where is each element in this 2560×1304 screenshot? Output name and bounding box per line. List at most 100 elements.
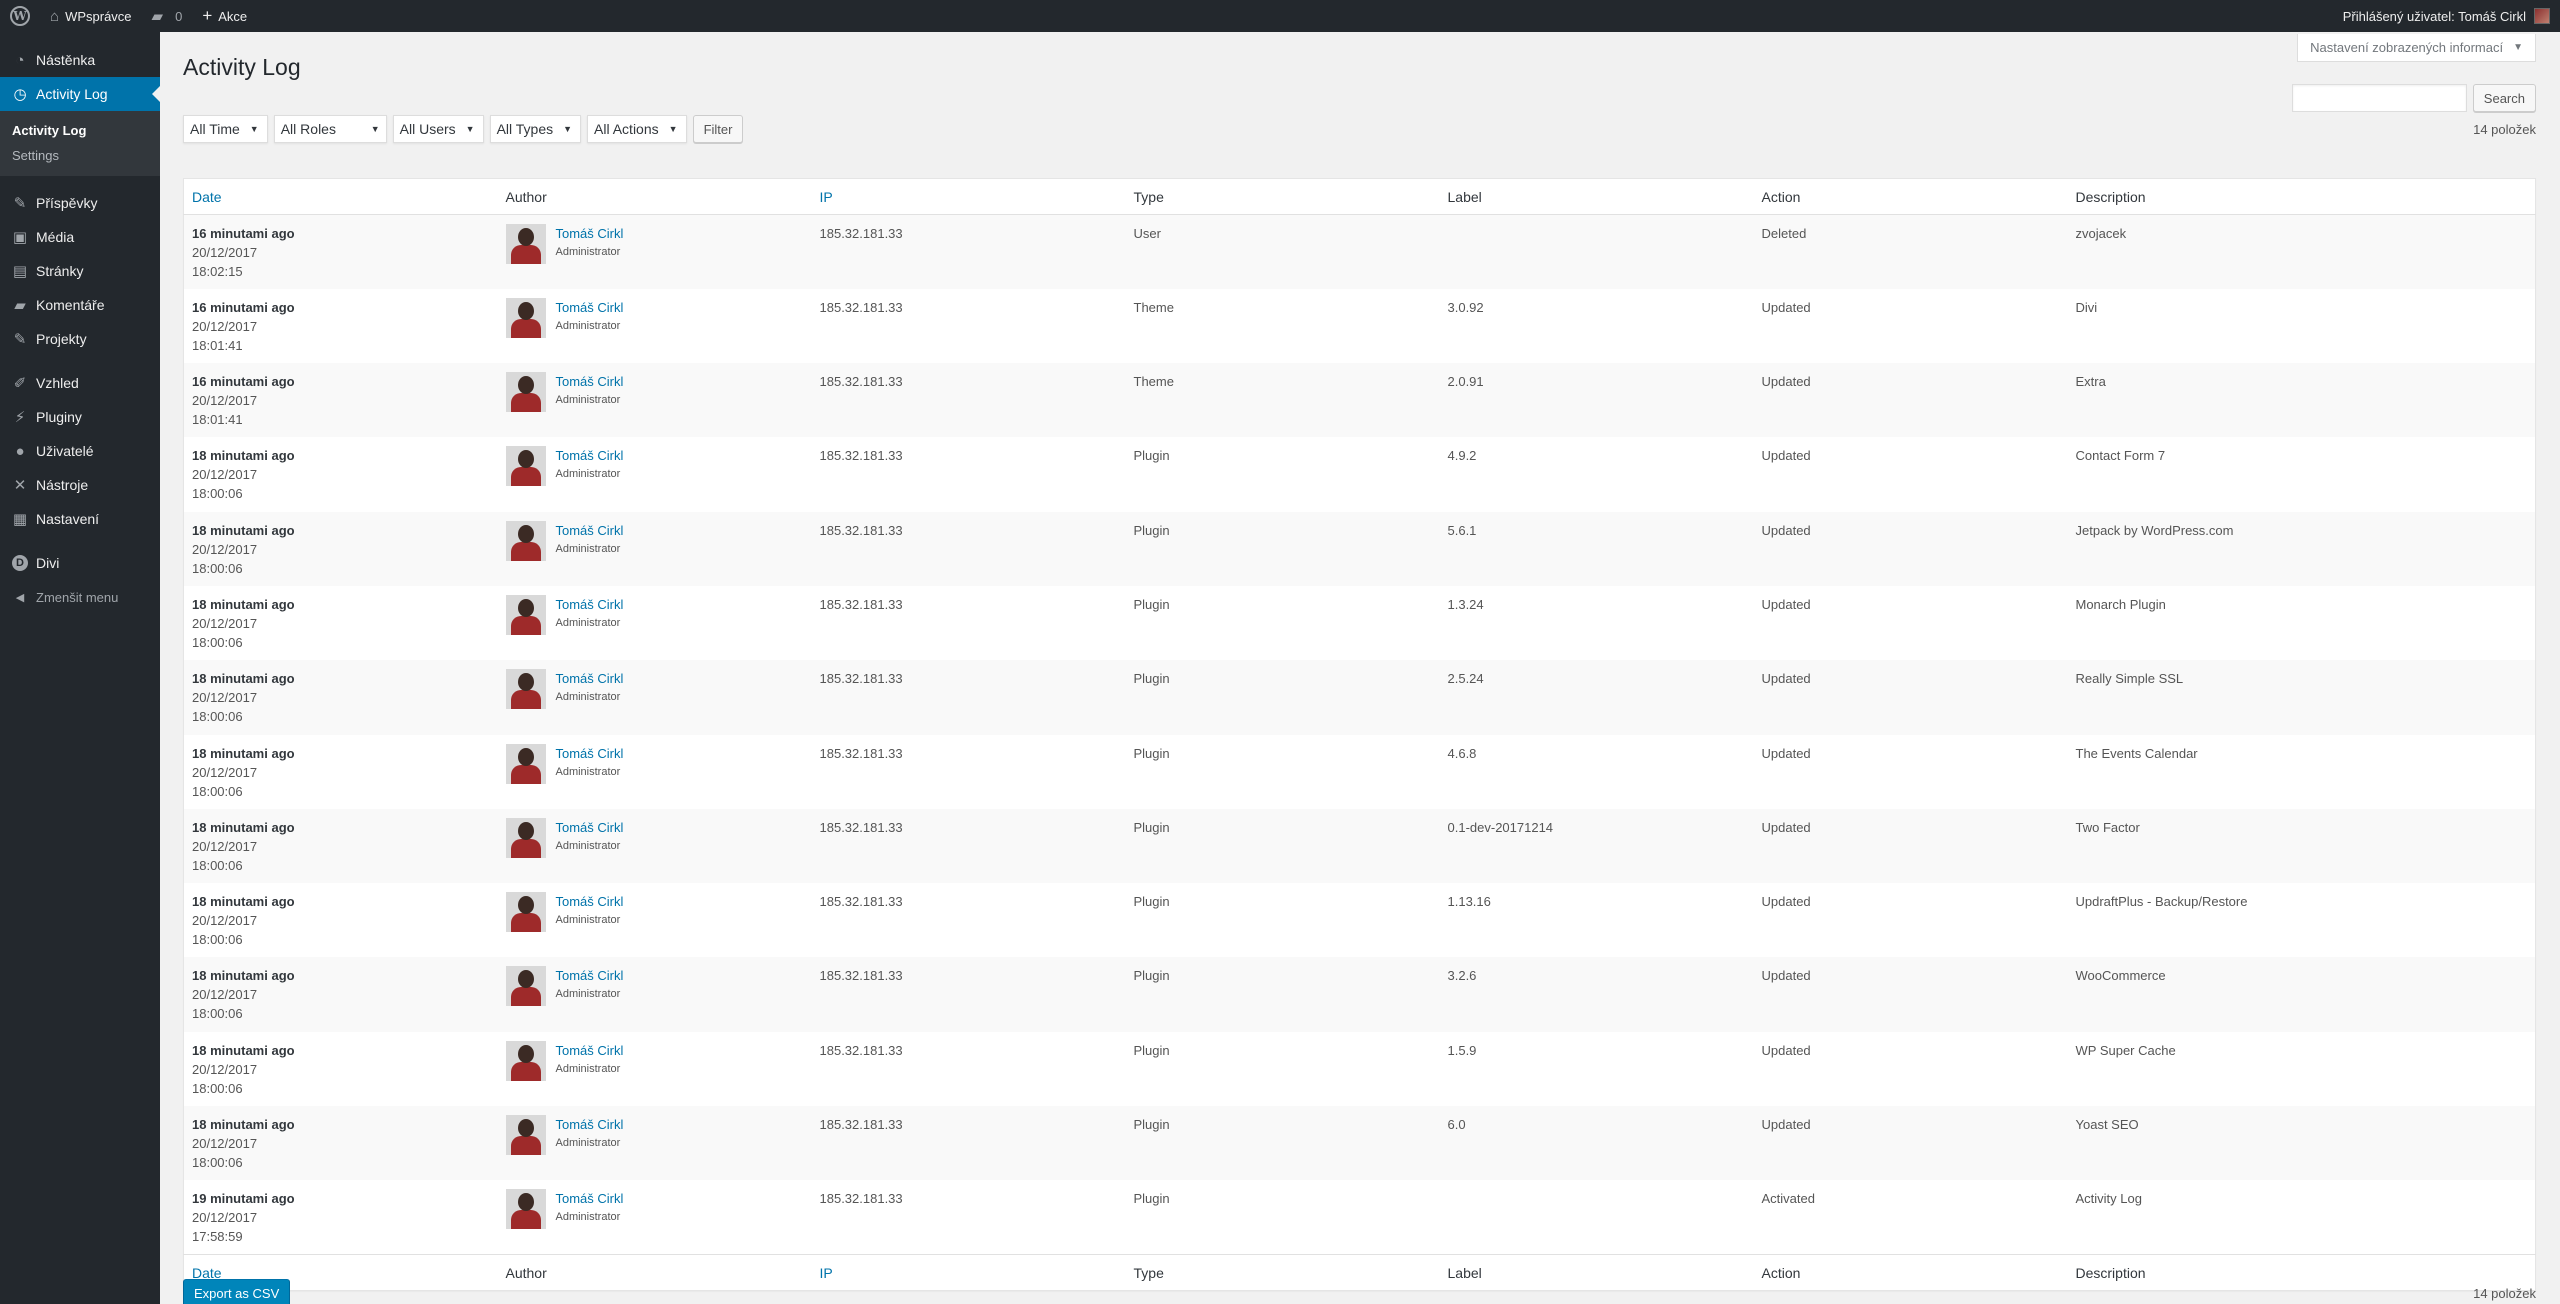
cell-type: Plugin bbox=[1133, 448, 1170, 464]
filter-types-select[interactable]: All Types ▼ bbox=[489, 115, 582, 143]
new-content-menu[interactable]: + Akce bbox=[192, 0, 257, 32]
author-role: Administrator bbox=[555, 616, 621, 629]
menu-label: Pluginy bbox=[36, 409, 82, 425]
date-relative: 16 minutami ago bbox=[192, 226, 295, 241]
cell-ip: 185.32.181.33 bbox=[819, 968, 903, 984]
pages-icon: ▤ bbox=[12, 263, 28, 280]
cell-type: Theme bbox=[1133, 299, 1174, 315]
cell-date: 16 minutami ago 20/12/2017 18:01:41 bbox=[184, 289, 498, 363]
column-header-ip[interactable]: IP bbox=[811, 178, 1126, 215]
author-link[interactable]: Tomáš Cirkl bbox=[556, 1041, 624, 1060]
table-row: 18 minutami ago 20/12/2017 18:00:06 Tomá… bbox=[184, 586, 2536, 660]
date-relative: 18 minutami ago bbox=[192, 522, 295, 538]
cell-ip: 185.32.181.33 bbox=[819, 448, 903, 464]
menu-item-pages[interactable]: ▤ Stránky bbox=[0, 254, 160, 288]
author-link[interactable]: Tomáš Cirkl bbox=[556, 1115, 624, 1134]
export-csv-button[interactable]: Export as CSV bbox=[183, 1279, 291, 1304]
filter-roles-select[interactable]: All Roles ▼ bbox=[273, 115, 387, 143]
menu-item-tools[interactable]: ✕ Nástroje bbox=[0, 468, 160, 502]
table-header-row: Date Author IP Type Label Action Descrip… bbox=[183, 178, 2536, 215]
cell-description: WooCommerce bbox=[2075, 968, 2166, 984]
date-time: 17:58:59 bbox=[192, 1229, 243, 1245]
author-link[interactable]: Tomáš Cirkl bbox=[556, 818, 624, 837]
author-role: Administrator bbox=[555, 691, 621, 704]
comments-icon: ▰ bbox=[14, 297, 26, 314]
cell-author: Tomáš Cirkl Administrator bbox=[498, 809, 812, 883]
filter-actions-select[interactable]: All Actions ▼ bbox=[587, 115, 687, 143]
column-header-date[interactable]: Date bbox=[183, 178, 498, 215]
menu-item-comments[interactable]: ▰ Komentáře bbox=[0, 288, 160, 322]
collapse-menu-button[interactable]: ◀ Zmenšit menu bbox=[0, 580, 160, 614]
table-row: 18 minutami ago 20/12/2017 18:00:06 Tomá… bbox=[183, 1106, 2536, 1181]
date-time: 18:00:06 bbox=[192, 783, 243, 799]
menu-item-media[interactable]: ▣ Média bbox=[0, 220, 160, 254]
date-day: 20/12/2017 bbox=[192, 1136, 258, 1152]
author-link[interactable]: Tomáš Cirkl bbox=[556, 298, 624, 317]
date-time: 18:00:06 bbox=[192, 560, 243, 576]
site-name-link[interactable]: ⌂ WPsprávce bbox=[40, 0, 142, 32]
author-link[interactable]: Tomáš Cirkl bbox=[556, 744, 624, 763]
menu-item-projects[interactable]: ✎ Projekty bbox=[0, 322, 160, 356]
author-link[interactable]: Tomáš Cirkl bbox=[556, 446, 624, 465]
menu-item-activity-log[interactable]: ◷ Activity Log bbox=[0, 77, 160, 111]
menu-label: Vzhled bbox=[36, 375, 79, 391]
search-button[interactable]: Search bbox=[2472, 84, 2536, 112]
menu-item-appearance[interactable]: ✐ Vzhled bbox=[0, 366, 160, 400]
menu-item-divi[interactable]: D Divi bbox=[0, 546, 160, 580]
my-account-menu[interactable]: Přihlášený uživatel: Tomáš Cirkl bbox=[2333, 0, 2560, 32]
cell-author: Tomáš Cirkl Administrator bbox=[498, 289, 812, 363]
avatar bbox=[2534, 8, 2550, 24]
menu-label: Divi bbox=[36, 555, 60, 571]
cell-description: Activity Log bbox=[2075, 1191, 2142, 1207]
author-link[interactable]: Tomáš Cirkl bbox=[556, 669, 624, 688]
menu-item-settings[interactable]: ▦ Nastavení bbox=[0, 502, 160, 536]
dropdown-arrow-icon: ▼ bbox=[563, 124, 573, 134]
tablenav-bottom: Export as CSV 14 položek bbox=[183, 1278, 2536, 1304]
cell-type: Plugin bbox=[1133, 1117, 1170, 1133]
author-link[interactable]: Tomáš Cirkl bbox=[556, 595, 624, 614]
avatar bbox=[505, 743, 546, 784]
date-day: 20/12/2017 bbox=[192, 245, 258, 260]
author-link[interactable]: Tomáš Cirkl bbox=[556, 966, 624, 985]
cell-date: 18 minutami ago 20/12/2017 18:00:06 bbox=[184, 437, 498, 511]
menu-item-dashboard[interactable]: ◔ Nástěnka bbox=[0, 43, 160, 77]
author-link[interactable]: Tomáš Cirkl bbox=[556, 892, 624, 911]
search-input[interactable] bbox=[2291, 84, 2467, 112]
author-link[interactable]: Tomáš Cirkl bbox=[556, 1189, 624, 1208]
menu-item-users[interactable]: ● Uživatelé bbox=[0, 434, 160, 468]
date-time: 18:00:06 bbox=[192, 1080, 243, 1096]
date-relative: 19 minutami ago bbox=[192, 1191, 295, 1207]
avatar bbox=[505, 1040, 546, 1081]
cell-ip: 185.32.181.33 bbox=[819, 226, 903, 241]
menu-item-posts[interactable]: ✎ Příspěvky bbox=[0, 186, 160, 220]
column-header-action: Action bbox=[1753, 178, 2068, 215]
filter-users-select[interactable]: All Users ▼ bbox=[392, 115, 484, 143]
date-time: 18:00:06 bbox=[192, 857, 243, 873]
cell-ip: 185.32.181.33 bbox=[819, 1117, 903, 1133]
cell-description: UpdraftPlus - Backup/Restore bbox=[2075, 894, 2248, 910]
date-day: 20/12/2017 bbox=[192, 541, 258, 557]
filter-button[interactable]: Filter bbox=[692, 115, 744, 143]
wordpress-icon: W bbox=[10, 6, 30, 26]
dropdown-arrow-icon: ▼ bbox=[370, 124, 380, 134]
date-time: 18:00:06 bbox=[192, 486, 243, 502]
wp-logo-menu[interactable]: W bbox=[0, 0, 40, 32]
plugin-icon: ⚡ bbox=[14, 409, 26, 426]
screen-options-button[interactable]: Nastavení zobrazených informací ▼ bbox=[2297, 34, 2536, 62]
menu-item-plugins[interactable]: ⚡ Pluginy bbox=[0, 400, 160, 434]
date-relative: 18 minutami ago bbox=[192, 1117, 295, 1133]
home-icon: ⌂ bbox=[50, 7, 60, 25]
submenu-item-activity-log[interactable]: Activity Log bbox=[0, 118, 160, 143]
author-role: Administrator bbox=[555, 246, 621, 258]
menu-label: Stránky bbox=[36, 263, 84, 279]
author-link[interactable]: Tomáš Cirkl bbox=[556, 521, 624, 540]
menu-label: Nastavení bbox=[36, 511, 100, 527]
submenu-item-settings[interactable]: Settings bbox=[0, 143, 160, 168]
filter-time-select[interactable]: All Time ▼ bbox=[183, 115, 268, 143]
date-relative: 18 minutami ago bbox=[192, 1042, 295, 1058]
date-day: 20/12/2017 bbox=[192, 987, 258, 1003]
author-link[interactable]: Tomáš Cirkl bbox=[556, 224, 624, 243]
comments-link[interactable]: ▰ 0 bbox=[142, 0, 193, 32]
author-link[interactable]: Tomáš Cirkl bbox=[556, 372, 624, 391]
avatar bbox=[505, 892, 546, 933]
